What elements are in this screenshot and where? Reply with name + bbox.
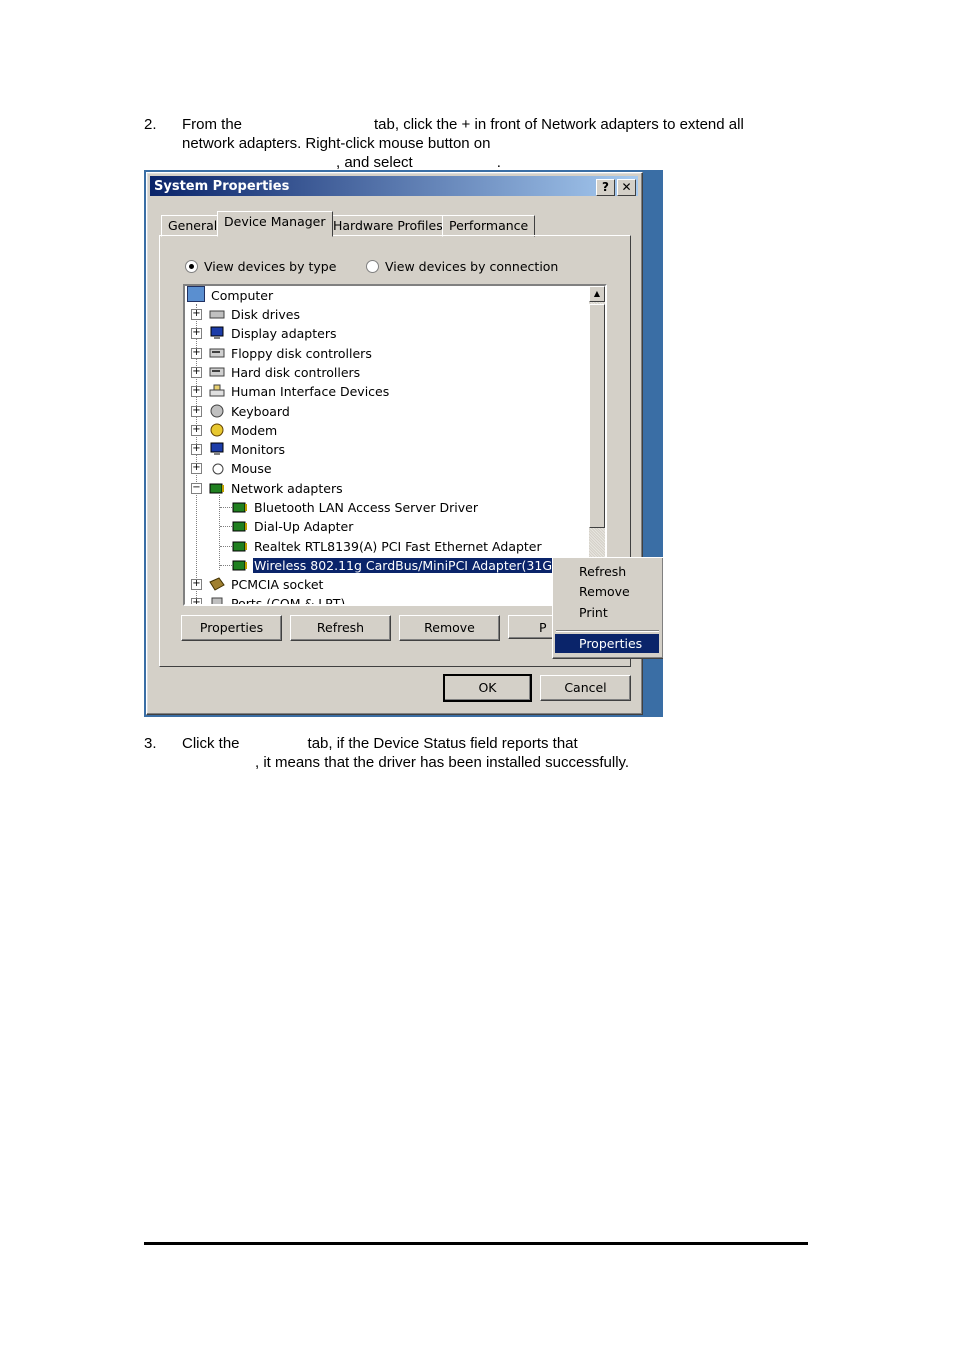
keyboard-icon xyxy=(209,404,225,418)
network-adapter-icon xyxy=(232,539,248,553)
disk-drive-icon xyxy=(209,307,225,321)
scroll-thumb[interactable] xyxy=(589,304,605,528)
menu-item-print[interactable]: Print xyxy=(555,603,659,622)
expand-plus-icon: + xyxy=(191,308,202,320)
radio-selected-icon xyxy=(185,260,198,273)
network-adapter-icon xyxy=(232,500,248,514)
tab-performance[interactable]: Performance xyxy=(442,215,536,237)
expand-plus-icon: + xyxy=(191,366,202,378)
display-adapter-icon xyxy=(209,326,225,340)
modem-icon xyxy=(209,423,225,437)
tree-node-computer[interactable]: Computer xyxy=(187,286,274,305)
step-number: 2. xyxy=(144,116,157,133)
monitor-icon xyxy=(209,442,225,456)
tree-node-bluetooth-lan[interactable]: Bluetooth LAN Access Server Driver xyxy=(214,498,479,517)
tree-node-wireless-adapter[interactable]: Wireless 802.11g CardBus/MiniPCI Adapter… xyxy=(214,556,571,575)
refresh-button[interactable]: Refresh xyxy=(290,615,391,641)
network-adapter-icon xyxy=(232,558,248,572)
tree-node-floppy-controllers[interactable]: + Floppy disk controllers xyxy=(191,344,373,363)
radio-unselected-icon xyxy=(366,260,379,273)
tree-node-keyboard[interactable]: + Keyboard xyxy=(191,402,291,421)
tree-node-ports[interactable]: + Ports (COM & LPT) xyxy=(191,594,346,604)
remove-button[interactable]: Remove xyxy=(399,615,500,641)
expand-plus-icon: + xyxy=(191,385,202,397)
expand-plus-icon: + xyxy=(191,405,202,417)
step-number: 3. xyxy=(144,735,157,752)
expand-plus-icon: + xyxy=(191,327,202,339)
radio-view-by-connection[interactable]: View devices by connection xyxy=(366,259,558,274)
menu-item-remove[interactable]: Remove xyxy=(555,582,659,601)
tree-node-mouse[interactable]: + Mouse xyxy=(191,459,273,478)
network-adapter-icon xyxy=(209,481,225,495)
expand-plus-icon: + xyxy=(191,424,202,436)
step-text: From the tab, click the + in front of Net… xyxy=(182,116,744,171)
system-properties-window: System Properties ? ✕ General Device Man… xyxy=(146,172,663,715)
properties-button[interactable]: Properties xyxy=(181,615,282,641)
close-icon[interactable]: ✕ xyxy=(617,179,636,196)
network-adapter-icon xyxy=(232,519,248,533)
tab-general[interactable]: General xyxy=(161,215,225,237)
radio-view-by-type[interactable]: View devices by type xyxy=(185,259,336,274)
window-title: System Properties xyxy=(154,179,290,194)
help-icon[interactable]: ? xyxy=(596,179,615,196)
tab-device-manager[interactable]: Device Manager xyxy=(217,211,333,237)
expand-plus-icon: + xyxy=(191,578,202,590)
step-text: Click the tab, if the Device Status field… xyxy=(182,735,630,771)
tree-node-realtek-adapter[interactable]: Realtek RTL8139(A) PCI Fast Ethernet Ada… xyxy=(214,537,543,556)
tree-node-dialup-adapter[interactable]: Dial-Up Adapter xyxy=(214,517,354,536)
scroll-up-icon[interactable]: ▲ xyxy=(589,286,605,302)
tree-node-modem[interactable]: + Modem xyxy=(191,421,278,440)
expand-plus-icon: + xyxy=(191,443,202,455)
floppy-controller-icon xyxy=(209,346,225,360)
tree-node-hard-disk-controllers[interactable]: + Hard disk controllers xyxy=(191,363,361,382)
menu-item-properties[interactable]: Properties xyxy=(555,634,659,653)
hard-disk-controller-icon xyxy=(209,365,225,379)
tree-node-network-adapters[interactable]: − Network adapters xyxy=(191,479,344,498)
port-icon xyxy=(209,596,225,604)
hid-icon xyxy=(209,384,225,398)
menu-item-refresh[interactable]: Refresh xyxy=(555,562,659,581)
tree-node-monitors[interactable]: + Monitors xyxy=(191,440,286,459)
menu-separator xyxy=(556,630,659,632)
pcmcia-icon xyxy=(209,577,225,591)
computer-icon xyxy=(187,286,205,302)
system-properties-screenshot: System Properties ? ✕ General Device Man… xyxy=(144,170,663,717)
device-tree[interactable]: Computer + Disk drives + Display adapters … xyxy=(183,284,607,606)
expand-plus-icon: + xyxy=(191,347,202,359)
tree-node-pcmcia[interactable]: + PCMCIA socket xyxy=(191,575,324,594)
collapse-minus-icon: − xyxy=(191,482,202,494)
tree-node-display-adapters[interactable]: + Display adapters xyxy=(191,324,337,343)
tree-node-hid[interactable]: + Human Interface Devices xyxy=(191,382,390,401)
cancel-button[interactable]: Cancel xyxy=(540,675,631,701)
context-menu: Refresh Remove Print Properties xyxy=(552,557,663,659)
ok-button[interactable]: OK xyxy=(443,674,532,702)
mouse-icon xyxy=(209,461,225,475)
tree-node-disk-drives[interactable]: + Disk drives xyxy=(191,305,301,324)
footer-rule xyxy=(144,1242,808,1245)
title-bar: System Properties ? ✕ xyxy=(150,176,638,196)
expand-plus-icon: + xyxy=(191,598,202,604)
expand-plus-icon: + xyxy=(191,462,202,474)
tab-hardware-profiles[interactable]: Hardware Profiles xyxy=(326,215,450,237)
